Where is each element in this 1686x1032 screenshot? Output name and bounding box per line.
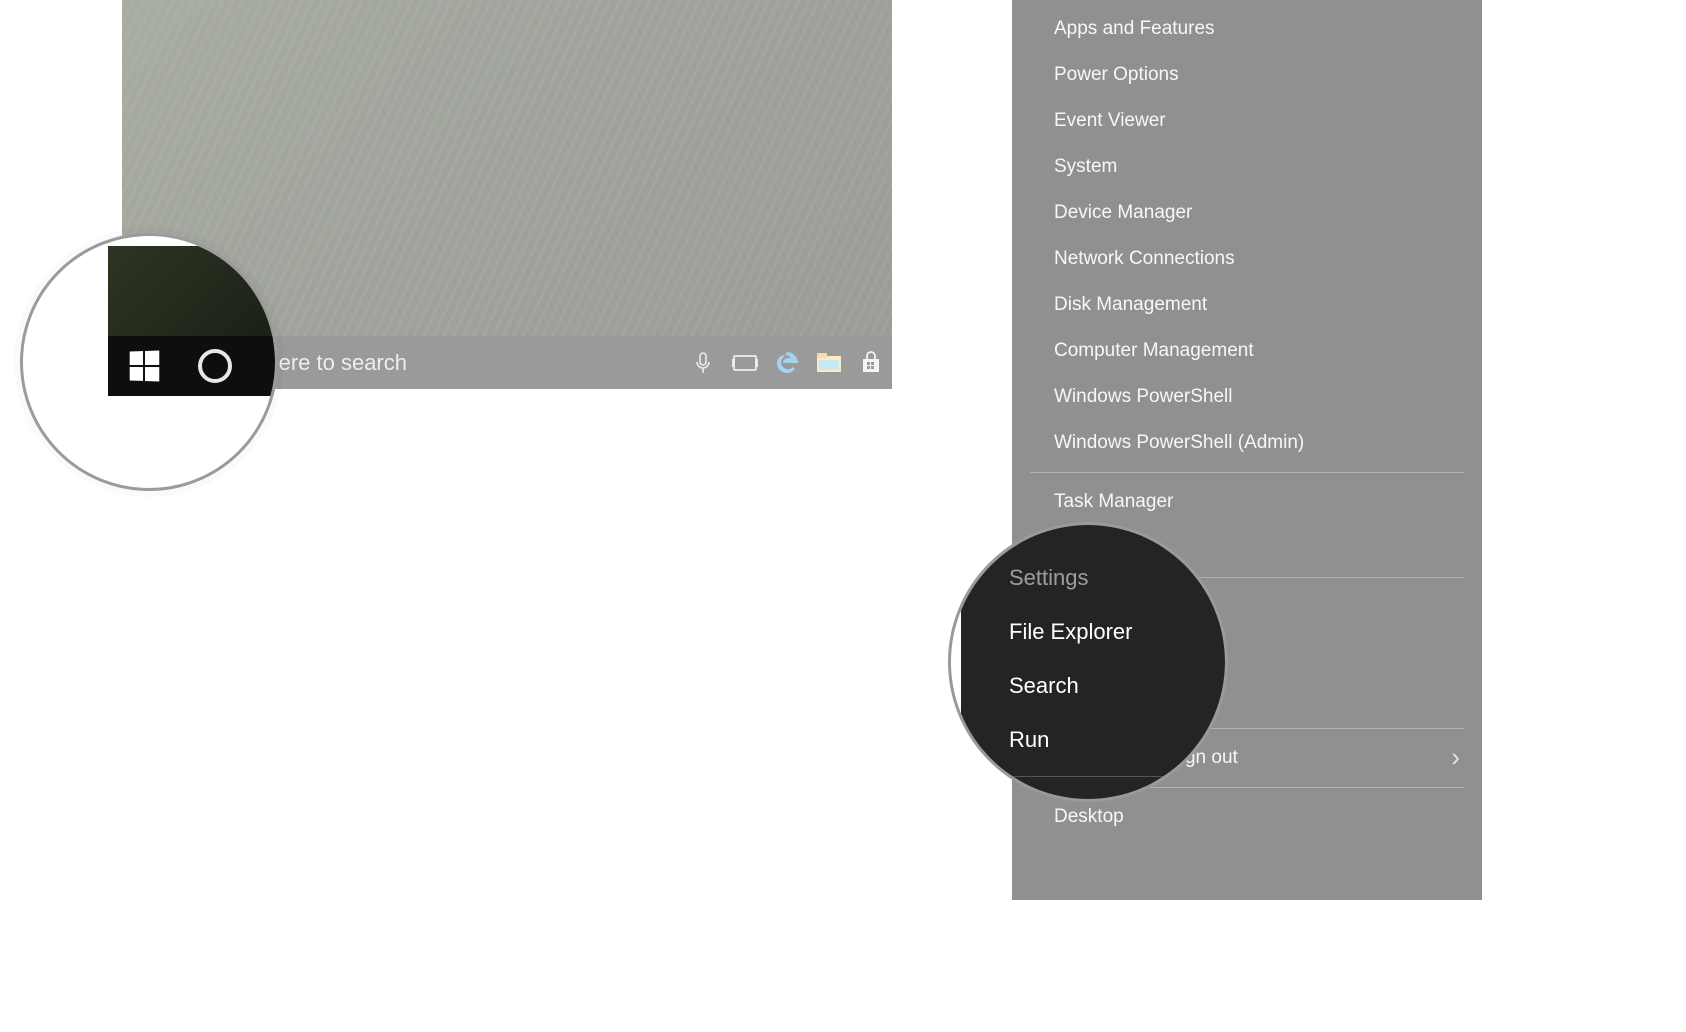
- menu-item-apps-features[interactable]: Apps and Features: [1012, 6, 1482, 52]
- menu-item-computer-management[interactable]: Computer Management: [1012, 328, 1482, 374]
- menu-item-disk-management[interactable]: Disk Management: [1012, 282, 1482, 328]
- magnifier-left: [20, 233, 278, 491]
- menu-item-event-viewer[interactable]: Event Viewer: [1012, 98, 1482, 144]
- menu-item-settings[interactable]: Settings: [1009, 565, 1228, 591]
- menu-item-powershell-admin[interactable]: Windows PowerShell (Admin): [1012, 420, 1482, 466]
- microphone-icon[interactable]: [682, 336, 724, 389]
- menu-item-file-explorer[interactable]: File Explorer: [1009, 619, 1228, 645]
- menu-item-system[interactable]: System: [1012, 144, 1482, 190]
- menu-item-run[interactable]: Run: [1009, 727, 1228, 753]
- task-view-icon[interactable]: [724, 336, 766, 389]
- menu-separator: [989, 776, 1228, 777]
- menu-item-task-manager[interactable]: Task Manager: [1012, 479, 1482, 525]
- start-button[interactable]: [108, 336, 180, 396]
- menu-item-power-options[interactable]: Power Options: [1012, 52, 1482, 98]
- menu-item-network-connections[interactable]: Network Connections: [1012, 236, 1482, 282]
- magnified-desktop: [108, 246, 278, 341]
- search-input[interactable]: e here to search: [248, 350, 682, 376]
- menu-item-search[interactable]: Search: [1009, 673, 1228, 699]
- magnifier-right: Settings File Explorer Search Run: [948, 522, 1228, 802]
- store-icon[interactable]: [850, 336, 892, 389]
- menu-separator: [1030, 472, 1464, 473]
- windows-logo-icon: [130, 350, 160, 381]
- menu-item-powershell[interactable]: Windows PowerShell: [1012, 374, 1482, 420]
- file-explorer-icon[interactable]: [808, 336, 850, 389]
- cortana-icon[interactable]: [198, 349, 232, 383]
- magnified-taskbar: [108, 336, 278, 396]
- edge-icon[interactable]: [766, 336, 808, 389]
- menu-item-device-manager[interactable]: Device Manager: [1012, 190, 1482, 236]
